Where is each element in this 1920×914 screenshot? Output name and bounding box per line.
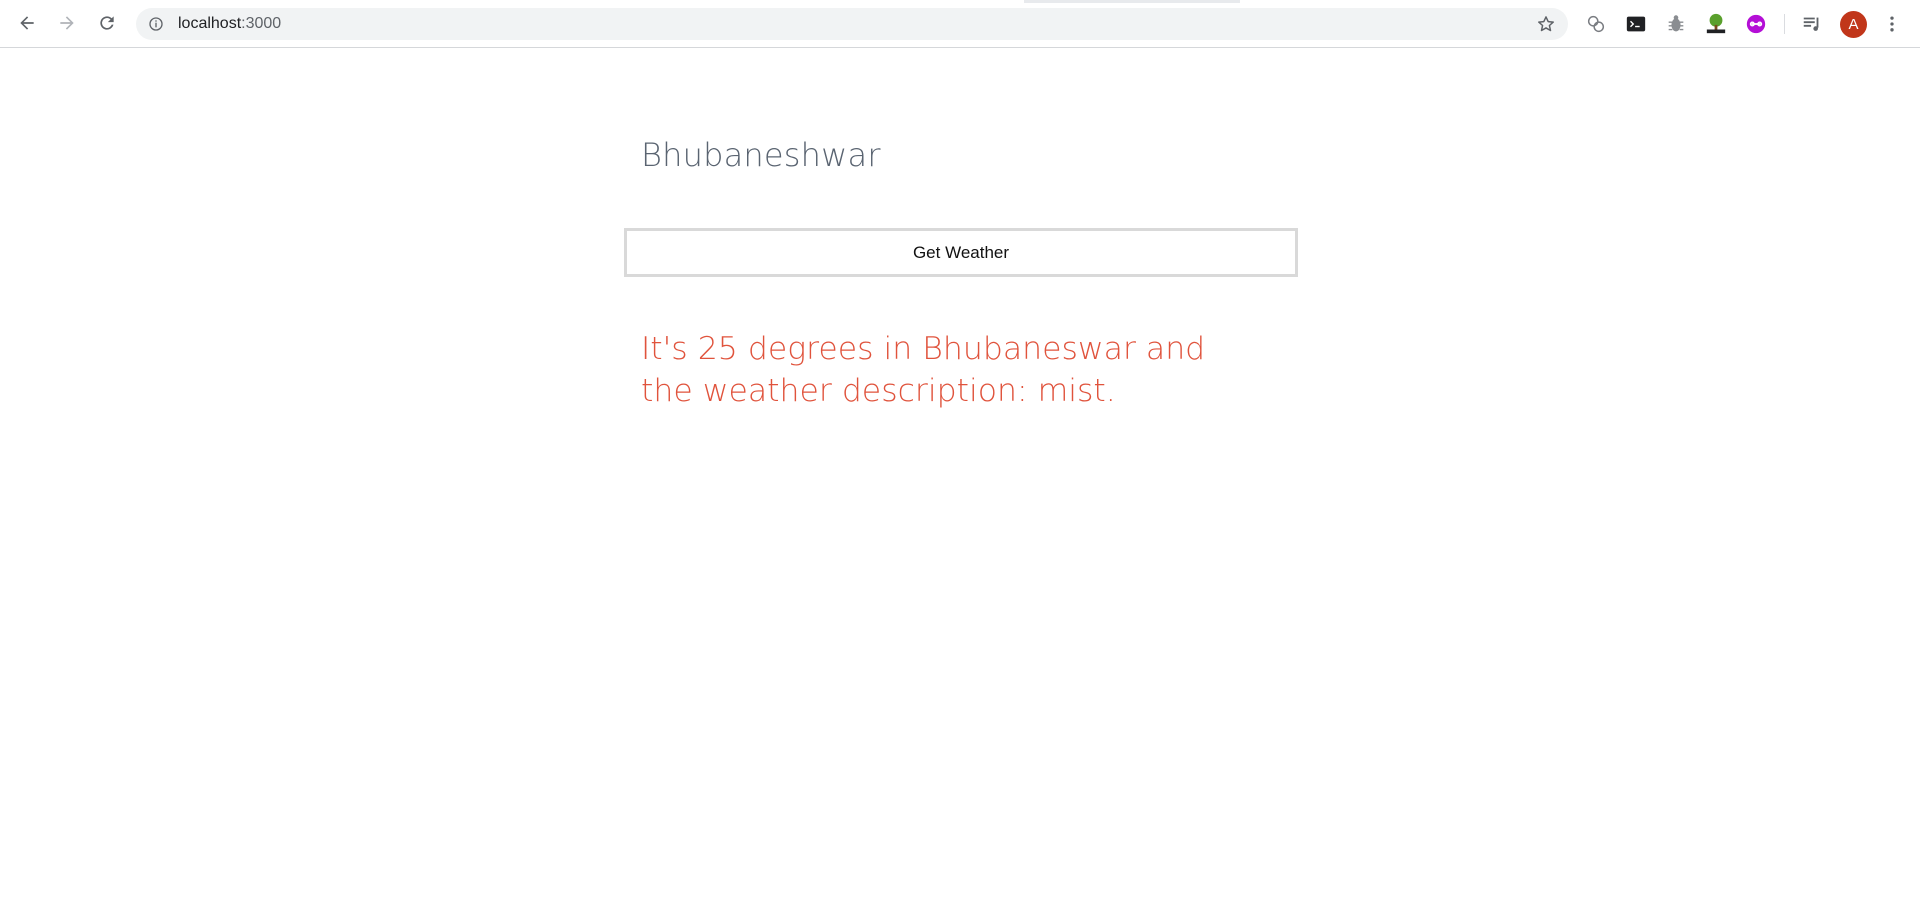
back-button[interactable] [12, 8, 42, 38]
terminal-icon [1626, 16, 1646, 32]
url-port: :3000 [241, 15, 282, 32]
toolbar-divider [1784, 14, 1785, 34]
url-text[interactable]: localhost:3000 [178, 8, 281, 40]
extension-puzzle[interactable] [1584, 12, 1608, 36]
more-icon[interactable] [1882, 14, 1902, 34]
browser-toolbar: localhost:3000 A [0, 0, 1920, 48]
weather-result-text: It's 25 degrees in Bhubaneswar and the w… [641, 331, 1206, 409]
extension-terminal[interactable] [1624, 12, 1648, 36]
forward-button[interactable] [52, 8, 82, 38]
url-host: localhost [178, 15, 242, 32]
tab-strip-hint [1024, 0, 1240, 3]
bug-icon [1668, 15, 1684, 32]
extension-purple[interactable] [1744, 12, 1768, 36]
avatar[interactable]: A [1840, 11, 1867, 38]
back-icon [20, 16, 34, 30]
star-icon[interactable] [1536, 14, 1556, 34]
reload-button[interactable] [92, 8, 122, 38]
extension-tree[interactable] [1704, 12, 1728, 36]
media-control-button[interactable] [1800, 12, 1824, 36]
purple-ext-icon [1746, 14, 1766, 34]
extensions-icon [1587, 15, 1605, 33]
forward-icon [60, 16, 74, 30]
reload-icon [100, 16, 114, 30]
city-heading: Bhubaneshwar [641, 136, 881, 174]
tree-icon [1706, 13, 1726, 34]
info-icon[interactable] [148, 16, 164, 32]
get-weather-button[interactable]: Get Weather [624, 228, 1298, 277]
playlist-icon [1803, 17, 1819, 31]
address-bar[interactable]: localhost:3000 [136, 8, 1568, 40]
extension-bug[interactable] [1664, 12, 1688, 36]
